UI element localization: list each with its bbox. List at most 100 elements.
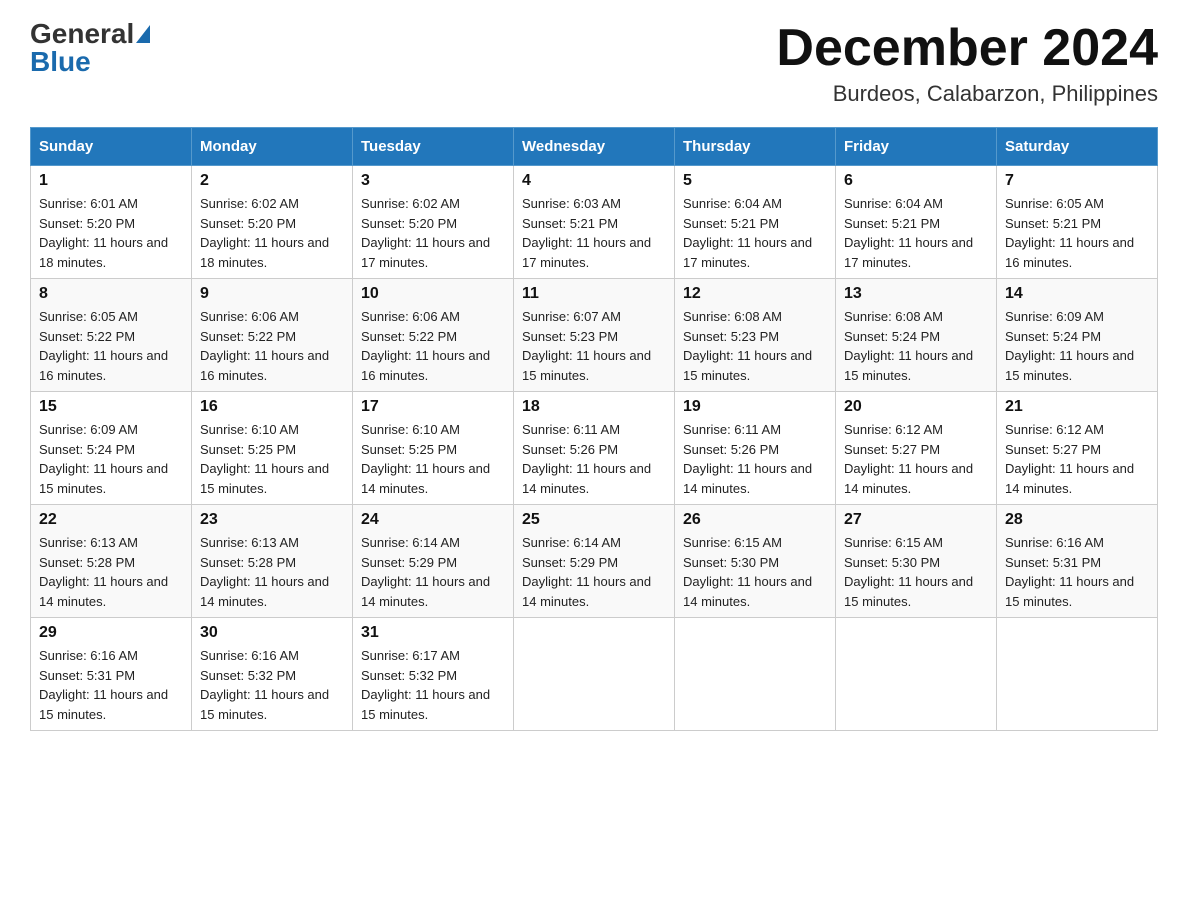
sunrise-label: Sunrise: 6:16 AM: [200, 648, 299, 663]
day-number: 19: [683, 398, 827, 416]
logo-blue: Blue: [30, 48, 91, 76]
day-info: Sunrise: 6:16 AM Sunset: 5:31 PM Dayligh…: [39, 646, 183, 724]
calendar-week-1: 1 Sunrise: 6:01 AM Sunset: 5:20 PM Dayli…: [31, 166, 1158, 279]
calendar-cell: 26 Sunrise: 6:15 AM Sunset: 5:30 PM Dayl…: [675, 505, 836, 618]
day-number: 18: [522, 398, 666, 416]
logo-triangle-icon: [136, 25, 150, 43]
sunrise-label: Sunrise: 6:15 AM: [683, 535, 782, 550]
day-number: 20: [844, 398, 988, 416]
sunset-label: Sunset: 5:31 PM: [1005, 555, 1101, 570]
day-number: 9: [200, 285, 344, 303]
sunset-label: Sunset: 5:27 PM: [1005, 442, 1101, 457]
day-info: Sunrise: 6:11 AM Sunset: 5:26 PM Dayligh…: [683, 420, 827, 498]
day-info: Sunrise: 6:08 AM Sunset: 5:24 PM Dayligh…: [844, 307, 988, 385]
calendar-cell: 3 Sunrise: 6:02 AM Sunset: 5:20 PM Dayli…: [353, 166, 514, 279]
sunrise-label: Sunrise: 6:07 AM: [522, 309, 621, 324]
daylight-label: Daylight: 11 hours and 15 minutes.: [522, 348, 651, 383]
sunset-label: Sunset: 5:26 PM: [683, 442, 779, 457]
sunrise-label: Sunrise: 6:09 AM: [1005, 309, 1104, 324]
calendar-cell: 25 Sunrise: 6:14 AM Sunset: 5:29 PM Dayl…: [514, 505, 675, 618]
day-number: 7: [1005, 172, 1149, 190]
daylight-label: Daylight: 11 hours and 16 minutes.: [39, 348, 168, 383]
day-number: 25: [522, 511, 666, 529]
day-number: 22: [39, 511, 183, 529]
calendar-cell: 5 Sunrise: 6:04 AM Sunset: 5:21 PM Dayli…: [675, 166, 836, 279]
sunset-label: Sunset: 5:26 PM: [522, 442, 618, 457]
daylight-label: Daylight: 11 hours and 15 minutes.: [361, 687, 490, 722]
daylight-label: Daylight: 11 hours and 15 minutes.: [844, 348, 973, 383]
sunrise-label: Sunrise: 6:05 AM: [39, 309, 138, 324]
col-header-sunday: Sunday: [31, 128, 192, 166]
sunset-label: Sunset: 5:23 PM: [683, 329, 779, 344]
sunrise-label: Sunrise: 6:10 AM: [200, 422, 299, 437]
sunset-label: Sunset: 5:20 PM: [200, 216, 296, 231]
calendar-cell: [836, 618, 997, 731]
day-info: Sunrise: 6:16 AM Sunset: 5:31 PM Dayligh…: [1005, 533, 1149, 611]
daylight-label: Daylight: 11 hours and 17 minutes.: [844, 235, 973, 270]
sunset-label: Sunset: 5:32 PM: [361, 668, 457, 683]
day-number: 5: [683, 172, 827, 190]
calendar-cell: 21 Sunrise: 6:12 AM Sunset: 5:27 PM Dayl…: [997, 392, 1158, 505]
page-header: General Blue December 2024 Burdeos, Cala…: [30, 20, 1158, 107]
day-number: 24: [361, 511, 505, 529]
day-info: Sunrise: 6:11 AM Sunset: 5:26 PM Dayligh…: [522, 420, 666, 498]
sunset-label: Sunset: 5:29 PM: [522, 555, 618, 570]
daylight-label: Daylight: 11 hours and 17 minutes.: [683, 235, 812, 270]
day-number: 30: [200, 624, 344, 642]
day-info: Sunrise: 6:02 AM Sunset: 5:20 PM Dayligh…: [200, 194, 344, 272]
day-info: Sunrise: 6:02 AM Sunset: 5:20 PM Dayligh…: [361, 194, 505, 272]
day-info: Sunrise: 6:17 AM Sunset: 5:32 PM Dayligh…: [361, 646, 505, 724]
day-info: Sunrise: 6:13 AM Sunset: 5:28 PM Dayligh…: [200, 533, 344, 611]
calendar-cell: 31 Sunrise: 6:17 AM Sunset: 5:32 PM Dayl…: [353, 618, 514, 731]
col-header-thursday: Thursday: [675, 128, 836, 166]
calendar-cell: 11 Sunrise: 6:07 AM Sunset: 5:23 PM Dayl…: [514, 279, 675, 392]
day-number: 17: [361, 398, 505, 416]
sunrise-label: Sunrise: 6:02 AM: [200, 196, 299, 211]
calendar-cell: 29 Sunrise: 6:16 AM Sunset: 5:31 PM Dayl…: [31, 618, 192, 731]
daylight-label: Daylight: 11 hours and 16 minutes.: [361, 348, 490, 383]
day-info: Sunrise: 6:06 AM Sunset: 5:22 PM Dayligh…: [361, 307, 505, 385]
day-info: Sunrise: 6:16 AM Sunset: 5:32 PM Dayligh…: [200, 646, 344, 724]
day-number: 21: [1005, 398, 1149, 416]
calendar-cell: 13 Sunrise: 6:08 AM Sunset: 5:24 PM Dayl…: [836, 279, 997, 392]
sunset-label: Sunset: 5:23 PM: [522, 329, 618, 344]
day-number: 11: [522, 285, 666, 303]
day-number: 12: [683, 285, 827, 303]
sunrise-label: Sunrise: 6:11 AM: [683, 422, 781, 437]
sunrise-label: Sunrise: 6:16 AM: [1005, 535, 1104, 550]
sunrise-label: Sunrise: 6:15 AM: [844, 535, 943, 550]
day-number: 1: [39, 172, 183, 190]
day-number: 23: [200, 511, 344, 529]
sunrise-label: Sunrise: 6:12 AM: [844, 422, 943, 437]
daylight-label: Daylight: 11 hours and 14 minutes.: [683, 461, 812, 496]
sunset-label: Sunset: 5:21 PM: [844, 216, 940, 231]
calendar-table: SundayMondayTuesdayWednesdayThursdayFrid…: [30, 127, 1158, 731]
day-info: Sunrise: 6:10 AM Sunset: 5:25 PM Dayligh…: [361, 420, 505, 498]
daylight-label: Daylight: 11 hours and 15 minutes.: [39, 687, 168, 722]
sunset-label: Sunset: 5:31 PM: [39, 668, 135, 683]
daylight-label: Daylight: 11 hours and 14 minutes.: [844, 461, 973, 496]
daylight-label: Daylight: 11 hours and 14 minutes.: [522, 574, 651, 609]
day-info: Sunrise: 6:09 AM Sunset: 5:24 PM Dayligh…: [1005, 307, 1149, 385]
calendar-cell: 7 Sunrise: 6:05 AM Sunset: 5:21 PM Dayli…: [997, 166, 1158, 279]
daylight-label: Daylight: 11 hours and 15 minutes.: [39, 461, 168, 496]
day-number: 29: [39, 624, 183, 642]
sunset-label: Sunset: 5:21 PM: [522, 216, 618, 231]
sunset-label: Sunset: 5:20 PM: [361, 216, 457, 231]
month-title: December 2024: [776, 20, 1158, 77]
sunrise-label: Sunrise: 6:14 AM: [361, 535, 460, 550]
day-number: 31: [361, 624, 505, 642]
day-info: Sunrise: 6:14 AM Sunset: 5:29 PM Dayligh…: [361, 533, 505, 611]
sunrise-label: Sunrise: 6:13 AM: [200, 535, 299, 550]
daylight-label: Daylight: 11 hours and 18 minutes.: [39, 235, 168, 270]
day-info: Sunrise: 6:05 AM Sunset: 5:21 PM Dayligh…: [1005, 194, 1149, 272]
col-header-wednesday: Wednesday: [514, 128, 675, 166]
sunset-label: Sunset: 5:28 PM: [200, 555, 296, 570]
logo-general: General: [30, 20, 134, 48]
sunrise-label: Sunrise: 6:06 AM: [361, 309, 460, 324]
daylight-label: Daylight: 11 hours and 14 minutes.: [683, 574, 812, 609]
col-header-friday: Friday: [836, 128, 997, 166]
daylight-label: Daylight: 11 hours and 15 minutes.: [200, 461, 329, 496]
calendar-cell: 24 Sunrise: 6:14 AM Sunset: 5:29 PM Dayl…: [353, 505, 514, 618]
sunrise-label: Sunrise: 6:06 AM: [200, 309, 299, 324]
